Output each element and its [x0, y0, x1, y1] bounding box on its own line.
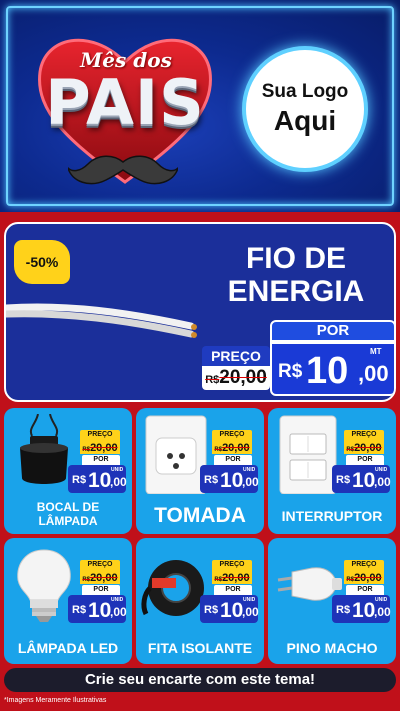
- new-price: 10: [306, 350, 349, 392]
- old-currency: R$: [82, 447, 91, 453]
- old-price: R$20,00: [344, 440, 384, 454]
- new-currency: R$: [278, 361, 303, 382]
- cents: ,00: [110, 475, 127, 489]
- featured-new-price: R$ 10 ,00 MT: [270, 342, 394, 396]
- old-price: R$20,00: [344, 570, 384, 584]
- cents: ,00: [242, 605, 259, 619]
- header-banner: Mês dos PAIS Sua Logo Aqui: [0, 0, 400, 212]
- new-price: R$ 10 ,00 UNID: [68, 595, 127, 623]
- new-price: R$ 10 ,00 UNID: [200, 595, 259, 623]
- wire-icon: [6, 303, 197, 338]
- product-name: PINO MACHO: [286, 640, 378, 656]
- product-name: INTERRUPTOR: [281, 508, 383, 524]
- old-price-value: 20,00: [90, 442, 118, 454]
- old-price-value: 20,00: [222, 442, 250, 454]
- old-currency: R$: [214, 447, 223, 453]
- featured-preco-label: PREÇO: [202, 346, 270, 366]
- product-card[interactable]: PREÇO R$20,00 POR R$ 10 ,00 UNID BOCAL D…: [4, 408, 132, 534]
- old-price-value: 20,00: [90, 572, 118, 584]
- price: 10: [88, 469, 112, 492]
- old-price: R$20,00: [80, 440, 120, 454]
- old-price-value: 20,00: [354, 442, 382, 454]
- price: 10: [352, 469, 376, 492]
- logo-placeholder: Sua Logo Aqui: [242, 46, 368, 172]
- preco-label: PREÇO: [212, 430, 252, 440]
- logo-line1: Sua Logo: [261, 81, 349, 102]
- product-card[interactable]: PREÇO R$20,00 POR R$ 10 ,00 UNID FITA IS…: [136, 538, 264, 664]
- currency: R$: [336, 604, 351, 616]
- product-name: FITA ISOLANTE: [147, 640, 253, 656]
- new-price: R$ 10 ,00 UNID: [332, 465, 391, 493]
- new-price: R$ 10 ,00 UNID: [200, 465, 259, 493]
- cents: ,00: [110, 605, 127, 619]
- old-currency: R$: [214, 577, 223, 583]
- preco-label: PREÇO: [80, 560, 120, 570]
- old-price: 20,00: [219, 367, 267, 388]
- cents: ,00: [242, 475, 259, 489]
- price: 10: [352, 599, 376, 622]
- preco-label: PREÇO: [344, 430, 384, 440]
- unit: UNID: [243, 467, 256, 473]
- old-currency: R$: [82, 577, 91, 583]
- disclaimer: *Imagens Meramente Ilustrativas: [4, 697, 107, 704]
- product-card[interactable]: PREÇO R$20,00 POR R$ 10 ,00 UNID PINO MA…: [268, 538, 396, 664]
- product-card[interactable]: PREÇO R$20,00 POR R$ 10 ,00 UNID LÂMPADA…: [4, 538, 132, 664]
- featured-por-label: POR: [270, 320, 394, 342]
- currency: R$: [204, 474, 219, 486]
- new-cents: ,00: [358, 361, 389, 386]
- unit: UNID: [375, 597, 388, 603]
- unit: UNID: [111, 597, 124, 603]
- old-currency: R$: [346, 577, 355, 583]
- logo-line2: Aqui: [273, 105, 337, 136]
- featured-name: FIO DE ENERGIA: [206, 242, 386, 308]
- product-name: BOCAL DE LÂMPADA: [36, 500, 100, 528]
- product-card[interactable]: PREÇO R$20,00 POR R$ 10 ,00 UNID INTERRU…: [268, 408, 396, 534]
- old-price: R$20,00: [212, 570, 252, 584]
- featured-product[interactable]: -50% FIO DE ENERGIA POR PREÇO R$20,00 R$…: [4, 222, 396, 402]
- preco-label: PREÇO: [212, 560, 252, 570]
- cents: ,00: [374, 605, 391, 619]
- cta-banner[interactable]: Crie seu encarte com este tema!: [4, 668, 396, 692]
- new-price: R$ 10 ,00 UNID: [332, 595, 391, 623]
- por-label: POR: [214, 455, 252, 465]
- mustache-icon: [68, 155, 178, 185]
- unit: UNID: [111, 467, 124, 473]
- old-price-value: 20,00: [354, 572, 382, 584]
- por-label: POR: [82, 585, 120, 595]
- por-label: POR: [346, 585, 384, 595]
- old-price: R$20,00: [212, 440, 252, 454]
- content-area: -50% FIO DE ENERGIA POR PREÇO R$20,00 R$…: [0, 212, 400, 711]
- product-card[interactable]: PREÇO R$20,00 POR R$ 10 ,00 UNID TOMADA: [136, 408, 264, 534]
- old-currency: R$: [205, 374, 220, 386]
- unit: UNID: [375, 467, 388, 473]
- currency: R$: [72, 474, 87, 486]
- featured-name-line2: ENERGIA: [227, 275, 365, 308]
- currency: R$: [72, 604, 87, 616]
- price: 10: [88, 599, 112, 622]
- currency: R$: [336, 474, 351, 486]
- por-label: POR: [346, 455, 384, 465]
- new-price: R$ 10 ,00 UNID: [68, 465, 127, 493]
- cents: ,00: [374, 475, 391, 489]
- featured-name-line1: FIO DE: [245, 242, 346, 275]
- price: 10: [220, 599, 244, 622]
- product-name: LÂMPADA LED: [17, 640, 119, 656]
- product-name: TOMADA: [154, 504, 246, 527]
- price-unit: MT: [370, 347, 382, 356]
- unit: UNID: [243, 597, 256, 603]
- preco-label: PREÇO: [80, 430, 120, 440]
- featured-old-price: R$20,00: [202, 366, 270, 390]
- preco-label: PREÇO: [344, 560, 384, 570]
- por-label: POR: [214, 585, 252, 595]
- old-price-value: 20,00: [222, 572, 250, 584]
- por-label: POR: [82, 455, 120, 465]
- old-currency: R$: [346, 447, 355, 453]
- discount-badge: -50%: [14, 240, 70, 284]
- currency: R$: [204, 604, 219, 616]
- old-price: R$20,00: [80, 570, 120, 584]
- title-main: PAIS: [45, 66, 205, 139]
- price: 10: [220, 469, 244, 492]
